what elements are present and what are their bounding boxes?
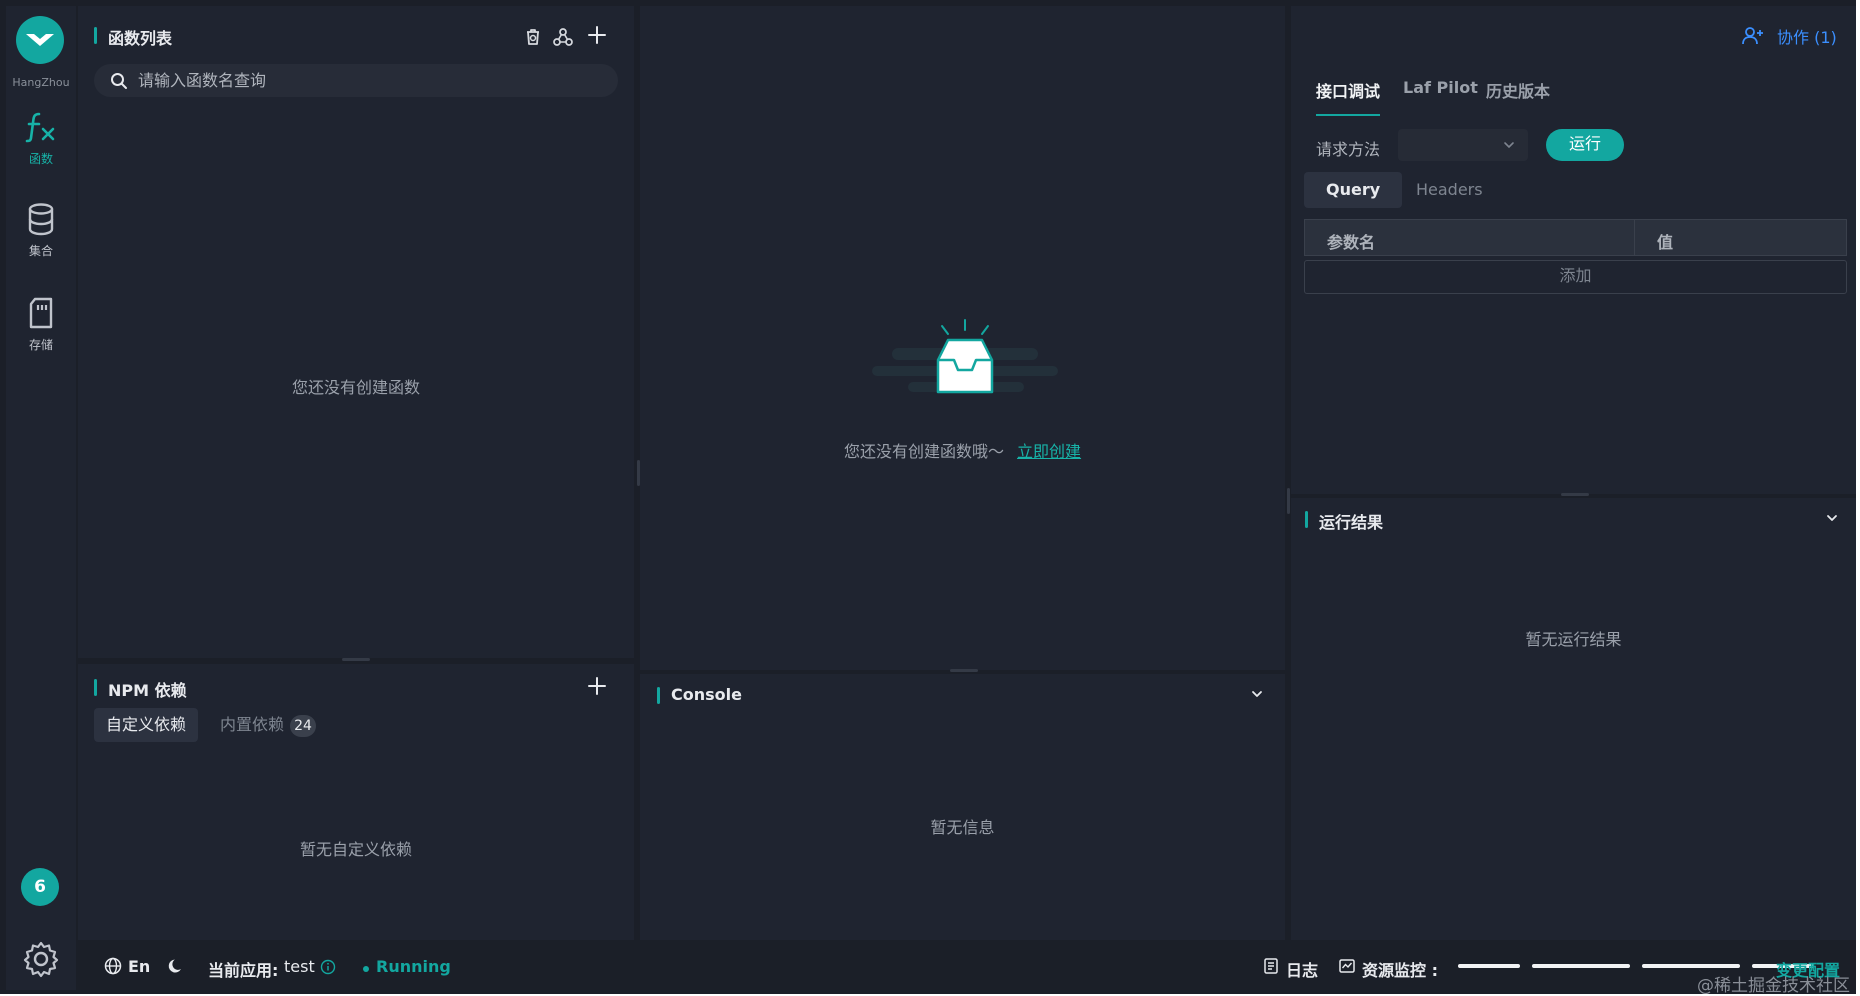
- npm-empty: 暂无自定义依赖: [299, 840, 412, 859]
- add-function-plus-icon[interactable]: [586, 24, 608, 46]
- logo-icon: [26, 34, 54, 46]
- app-window: HangZhou 函数 集合 存储 6 函数列表 您还没有创建函数 请输入函数名…: [0, 0, 1860, 996]
- editor-panel: 您还没有创建函数哦～ 立即创建: [640, 6, 1285, 670]
- function-list-panel: 函数列表 您还没有创建函数: [78, 6, 634, 658]
- result-title: 运行结果: [1305, 509, 1383, 533]
- function-search[interactable]: [94, 64, 618, 97]
- collaborate-button[interactable]: 协作 (1): [1777, 24, 1837, 48]
- nav-storage[interactable]: 存储: [6, 296, 76, 353]
- console-empty: 暂无信息: [930, 818, 995, 837]
- database-meter: [1642, 964, 1740, 968]
- search-input[interactable]: [138, 64, 598, 97]
- request-method-label: 请求方法: [1316, 140, 1381, 159]
- resize-handle-right[interactable]: [1287, 488, 1290, 514]
- status-bar: En 当前应用: test Running 日志 资源监控 : 变更配置: [76, 943, 1852, 987]
- param-value-header: 值: [1657, 233, 1674, 252]
- console-panel: Console 暂无信息: [640, 674, 1285, 940]
- info-icon[interactable]: [320, 959, 336, 975]
- tab-builtin-deps[interactable]: 内置依赖 24: [208, 708, 328, 742]
- resize-handle-editor[interactable]: [950, 669, 978, 672]
- nav-collections[interactable]: 集合: [6, 202, 76, 259]
- tab-laf-pilot[interactable]: Laf Pilot: [1403, 78, 1478, 97]
- empty-inbox-illustration: [872, 319, 1058, 394]
- chevron-down-icon: [1504, 142, 1514, 149]
- create-function-link[interactable]: 立即创建: [1017, 442, 1081, 461]
- add-dependency-plus-icon[interactable]: [586, 675, 608, 697]
- left-rail: HangZhou 函数 集合 存储 6: [6, 6, 76, 990]
- add-param-button[interactable]: 添加: [1304, 260, 1847, 294]
- avatar[interactable]: 6: [21, 868, 59, 906]
- resize-handle-functions[interactable]: [342, 658, 370, 661]
- tab-builtin-label: 内置依赖: [220, 715, 285, 734]
- param-name-header: 参数名: [1327, 233, 1376, 252]
- log-document-icon[interactable]: [1262, 957, 1280, 975]
- database-icon: [28, 203, 54, 236]
- run-button[interactable]: 运行: [1546, 129, 1624, 161]
- params-table-header: 参数名 值: [1304, 219, 1847, 256]
- request-method-select[interactable]: [1398, 129, 1528, 161]
- column-divider: [1634, 220, 1635, 255]
- function-icon: [25, 112, 55, 143]
- tab-custom-deps[interactable]: 自定义依赖: [94, 708, 199, 742]
- nav-functions[interactable]: 函数: [6, 110, 76, 167]
- running-dot: [363, 966, 369, 972]
- language-switch[interactable]: En: [128, 957, 150, 976]
- editor-empty-row: 您还没有创建函数哦～ 立即创建: [640, 438, 1285, 462]
- editor-empty-text: 您还没有创建函数哦～: [843, 442, 1004, 461]
- npm-panel: NPM 依赖 自定义依赖 内置依赖 24 暂无自定义依赖: [78, 664, 634, 940]
- memory-meter: [1532, 964, 1630, 968]
- builtin-count-badge: 24: [290, 715, 317, 737]
- resize-handle-debug[interactable]: [1561, 493, 1589, 496]
- nav-storage-label: 存储: [28, 338, 53, 352]
- resource-monitor-label: 资源监控 :: [1362, 961, 1438, 980]
- cpu-meter: [1458, 964, 1520, 968]
- collaborate-icon[interactable]: [1742, 26, 1764, 46]
- logs-button[interactable]: 日志: [1286, 957, 1318, 981]
- nav-collections-label: 集合: [28, 244, 53, 258]
- region-label: HangZhou: [12, 76, 70, 89]
- tab-api-debug[interactable]: 接口调试: [1316, 78, 1381, 116]
- current-app-label: 当前应用:: [208, 961, 279, 980]
- window-edge-right: [1856, 0, 1860, 996]
- webhook-icon[interactable]: [552, 26, 574, 48]
- search-icon: [111, 73, 127, 89]
- resize-handle-left[interactable]: [637, 460, 640, 486]
- dark-mode-moon-icon[interactable]: [168, 957, 186, 975]
- settings-gear-icon[interactable]: [22, 940, 60, 978]
- current-app-name: test: [284, 957, 315, 976]
- result-empty: 暂无运行结果: [1525, 630, 1622, 649]
- npm-title: NPM 依赖: [94, 677, 187, 701]
- tab-headers[interactable]: Headers: [1394, 172, 1505, 208]
- storage-card-icon: [29, 297, 53, 329]
- globe-icon[interactable]: [104, 957, 122, 975]
- watermark: @稀土掘金技术社区: [1697, 976, 1850, 996]
- recycle-bin-icon[interactable]: [522, 26, 544, 48]
- tab-history[interactable]: 历史版本: [1486, 78, 1550, 102]
- function-list-empty: 您还没有创建函数: [291, 378, 420, 397]
- chevron-down-icon[interactable]: [1249, 686, 1265, 702]
- app-status: Running: [376, 957, 451, 976]
- tab-query[interactable]: Query: [1304, 172, 1403, 208]
- console-title: Console: [657, 685, 742, 704]
- laf-logo[interactable]: [16, 16, 64, 64]
- nav-functions-label: 函数: [28, 152, 53, 166]
- monitor-chart-icon[interactable]: [1338, 957, 1356, 975]
- chevron-down-icon[interactable]: [1824, 510, 1840, 526]
- result-panel: 运行结果 暂无运行结果: [1291, 498, 1856, 940]
- function-list-title: 函数列表: [94, 25, 172, 49]
